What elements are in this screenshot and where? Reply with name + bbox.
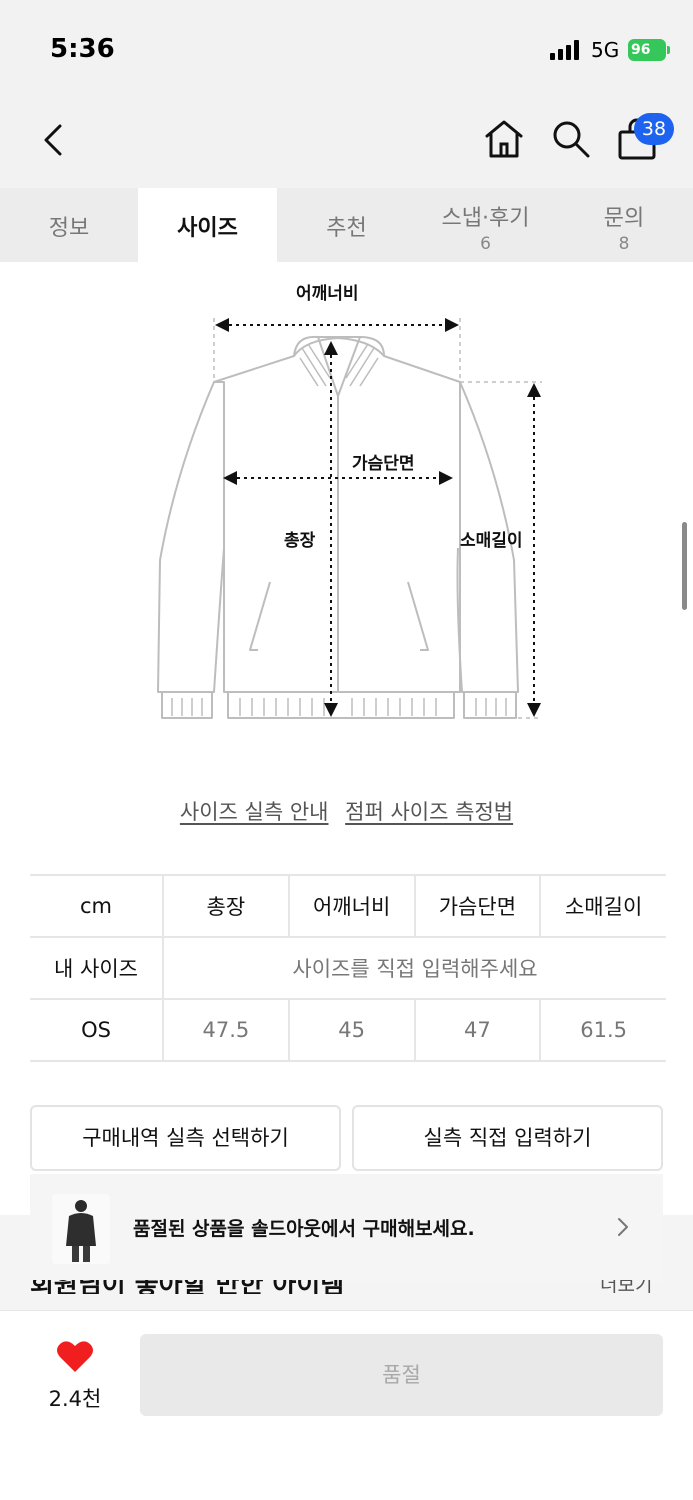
my-size-label: 내 사이즈: [30, 936, 164, 1000]
table-row: OS 47.5 45 47 61.5: [30, 998, 666, 1062]
scrollbar[interactable]: [682, 522, 687, 610]
heart-icon: [57, 1341, 93, 1372]
column-header: 가슴단면: [414, 874, 542, 938]
section-title-peek: 회원님이 좋아할 만한 아이템: [30, 1280, 430, 1294]
unit-cell: cm: [30, 874, 164, 938]
product-thumbnail: [52, 1194, 110, 1264]
size-measure-guide-link[interactable]: 사이즈 실측 안내: [180, 800, 329, 824]
size-value: 61.5: [540, 998, 666, 1062]
battery-tip: [667, 46, 670, 54]
soldout-buy-button[interactable]: 품절: [140, 1334, 663, 1416]
chevron-right-icon: [618, 1218, 628, 1236]
like-button[interactable]: 2.4천: [30, 1339, 120, 1419]
product-thumbnail-image: [52, 1194, 110, 1264]
size-diagram: 어깨너비 가슴단면 총장 소매길이: [0, 262, 693, 762]
tab-inquiry[interactable]: 문의 8: [555, 188, 693, 262]
tab-label: 정보: [48, 216, 90, 241]
home-icon[interactable]: [483, 118, 525, 160]
column-header: 소매길이: [540, 874, 666, 938]
diagram-label-sleeve: 소매길이: [460, 531, 523, 551]
my-size-input-prompt[interactable]: 사이즈를 직접 입력해주세요: [163, 936, 666, 1000]
tab-label: 스냅·후기: [441, 206, 530, 231]
tab-recommend[interactable]: 추천: [277, 188, 416, 262]
tab-count: 6: [480, 234, 491, 254]
status-time: 5:36: [50, 34, 115, 64]
top-nav: [0, 96, 693, 188]
search-icon[interactable]: [550, 118, 592, 160]
cart-count-badge: 38: [634, 113, 674, 145]
tab-bar: 정보 사이즈 추천 스냅·후기 6 문의 8: [0, 188, 693, 262]
size-value: 45: [288, 998, 416, 1062]
like-count: 2.4천: [48, 1387, 102, 1411]
more-link-peek[interactable]: 더보기: [600, 1280, 664, 1294]
tab-label: 추천: [326, 216, 367, 241]
size-table: cm 총장 어깨너비 가슴단면 소매길이 내 사이즈 사이즈를 직접 입력해주세…: [30, 874, 666, 1062]
diagram-label-shoulder: 어깨너비: [296, 284, 359, 304]
size-value: 47: [414, 998, 542, 1062]
tab-size[interactable]: 사이즈: [138, 188, 277, 262]
back-arrow-icon[interactable]: [36, 120, 72, 160]
soldout-message: 품절된 상품을 솔드아웃에서 구매해보세요.: [133, 1218, 475, 1240]
tab-info[interactable]: 정보: [0, 188, 138, 262]
soldout-banner[interactable]: 품절된 상품을 솔드아웃에서 구매해보세요.: [30, 1174, 663, 1282]
diagram-label-chest: 가슴단면: [352, 454, 415, 474]
signal-icon: [550, 40, 579, 60]
battery-icon: 96: [628, 39, 666, 61]
jumper-measure-method-link[interactable]: 점퍼 사이즈 측정법: [345, 800, 513, 824]
jacket-diagram-icon: [157, 318, 542, 719]
tab-label: 사이즈: [177, 216, 238, 241]
status-bar: 5:36 5G 96: [0, 0, 693, 96]
diagram-label-length: 총장: [284, 531, 316, 551]
size-value: 47.5: [163, 998, 290, 1062]
column-header: 어깨너비: [288, 874, 416, 938]
size-row-label: OS: [30, 998, 164, 1062]
tab-count: 8: [618, 234, 630, 254]
size-guide-links: 사이즈 실측 안내 점퍼 사이즈 측정법: [0, 796, 693, 826]
select-purchase-measure-button[interactable]: 구매내역 실측 선택하기: [30, 1105, 341, 1171]
column-header: 총장: [163, 874, 290, 938]
table-header-row: cm 총장 어깨너비 가슴단면 소매길이: [30, 874, 666, 938]
input-measure-button[interactable]: 실측 직접 입력하기: [352, 1105, 663, 1171]
tab-label: 문의: [603, 206, 645, 231]
bottom-bar: 2.4천 품절: [0, 1310, 693, 1500]
my-size-row[interactable]: 내 사이즈 사이즈를 직접 입력해주세요: [30, 936, 666, 1000]
network-type: 5G: [591, 38, 620, 62]
tab-snap-review[interactable]: 스냅·후기 6: [416, 188, 555, 262]
